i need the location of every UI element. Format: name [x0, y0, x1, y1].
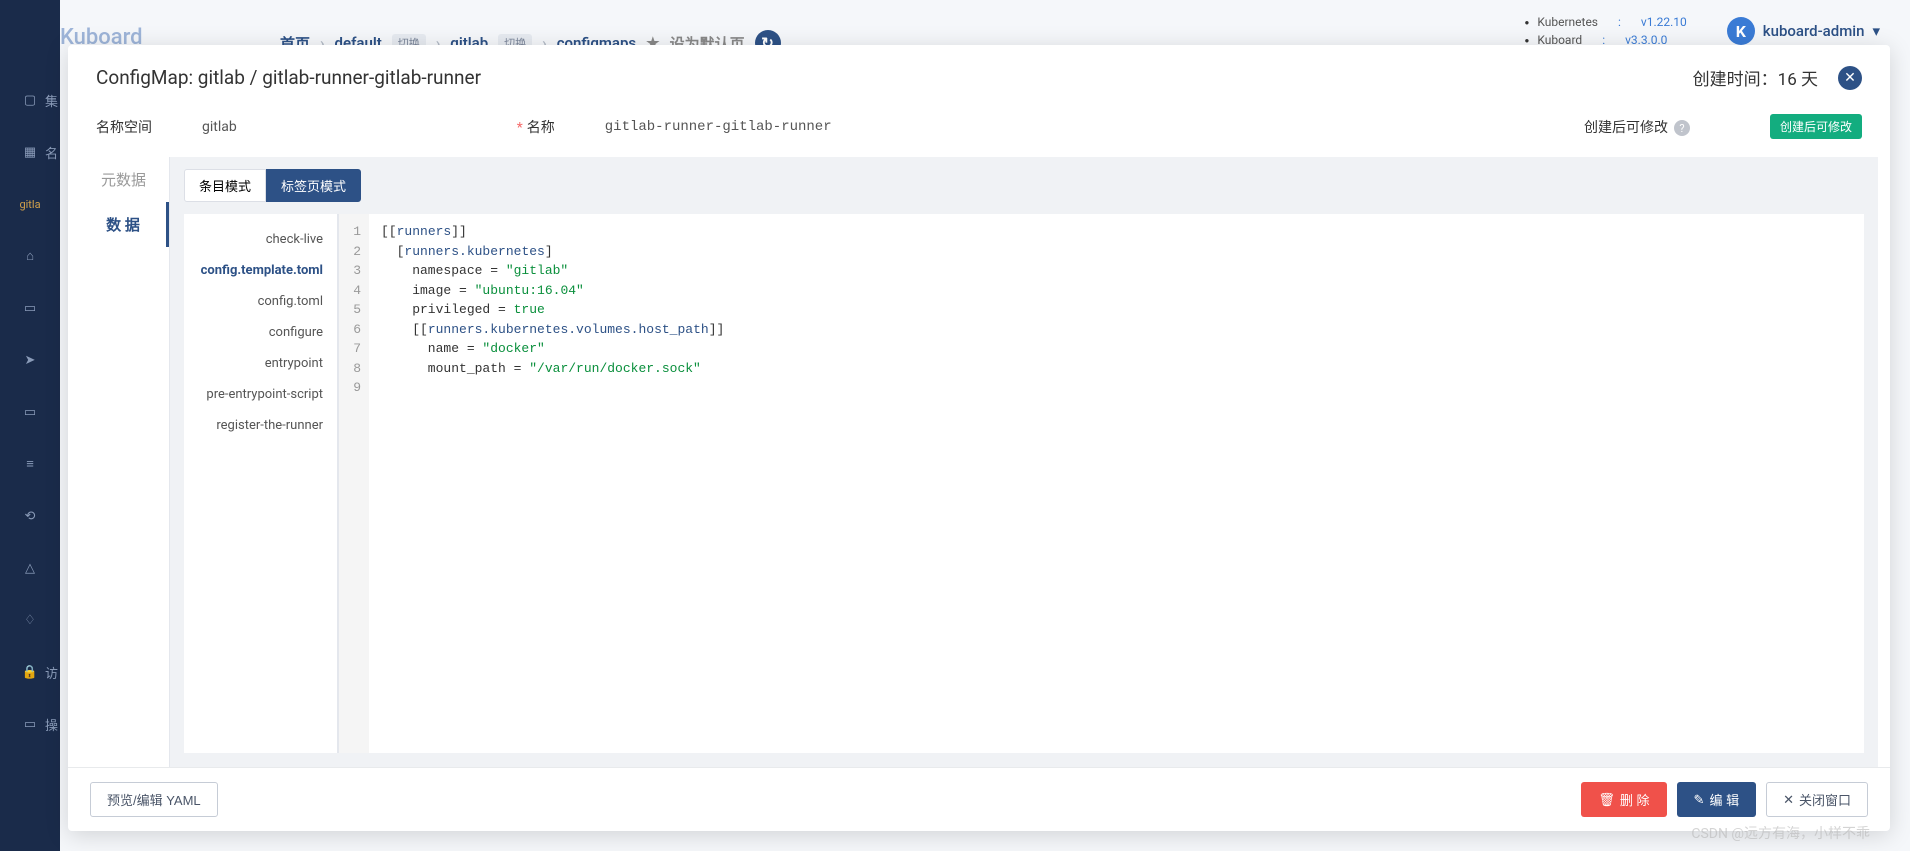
modal-title: ConfigMap: gitlab / gitlab-runner-gitlab…	[96, 66, 481, 89]
info-icon[interactable]: ?	[1674, 120, 1690, 136]
trash-icon: 🗑	[1598, 792, 1615, 808]
namespace-value: gitlab	[202, 119, 237, 135]
sidebar-icon-lock[interactable]: 🔒访	[20, 662, 40, 682]
editable-badge: 创建后可修改	[1770, 114, 1862, 139]
key-item[interactable]: pre-entrypoint-script	[184, 379, 337, 410]
sidebar-icon-send[interactable]: ➤	[20, 350, 40, 370]
user-avatar: K	[1727, 17, 1755, 45]
configmap-modal: ConfigMap: gitlab / gitlab-runner-gitlab…	[68, 45, 1890, 831]
key-item[interactable]: config.template.toml	[184, 255, 337, 286]
close-icon: ✕	[1783, 792, 1794, 808]
tab-data[interactable]: 数 据	[80, 202, 169, 247]
sidebar-icon-home[interactable]: ⌂	[20, 246, 40, 266]
sidebar-icon-ops[interactable]: ▭操	[20, 714, 40, 734]
key-list: check-live config.template.toml config.t…	[184, 214, 339, 753]
sidebar-icon-storage[interactable]: ≡	[20, 454, 40, 474]
sidebar-icon-alert[interactable]: △	[20, 558, 40, 578]
sidebar-icon-bell[interactable]: ♢	[20, 610, 40, 630]
edit-button[interactable]: ✎编 辑	[1677, 782, 1757, 817]
sidebar: ▢集 ▦名 gitla ⌂ ▭ ➤ ▭ ≡ ⟲ △ ♢ 🔒访 ▭操	[0, 0, 60, 851]
code-editor[interactable]: 123456789 [[runners]] [runners.kubernete…	[339, 214, 1864, 753]
close-icon[interactable]: ✕	[1838, 66, 1862, 90]
mode-entry[interactable]: 条目模式	[184, 169, 266, 202]
sidebar-icon-cluster[interactable]: ▢集	[20, 90, 40, 110]
delete-button[interactable]: 🗑删 除	[1581, 782, 1666, 817]
sidebar-icon-folder[interactable]: ▭	[20, 298, 40, 318]
key-item[interactable]: configure	[184, 317, 337, 348]
mode-tabs: 条目模式 标签页模式	[170, 157, 1878, 214]
key-item[interactable]: register-the-runner	[184, 410, 337, 441]
close-button[interactable]: ✕关闭窗口	[1766, 782, 1868, 817]
sidebar-icon-namespace[interactable]: ▦名	[20, 142, 40, 162]
name-label: *名称	[517, 117, 555, 137]
created-time: 创建时间：16 天	[1693, 65, 1818, 90]
key-item[interactable]: entrypoint	[184, 348, 337, 379]
code-content: [[runners]] [runners.kubernetes] namespa…	[369, 214, 736, 753]
name-value: gitlab-runner-gitlab-runner	[605, 119, 832, 135]
key-item[interactable]: config.toml	[184, 286, 337, 317]
sidebar-icon-box[interactable]: ▭	[20, 402, 40, 422]
sidebar-icon-gitlab[interactable]: gitla	[20, 194, 40, 214]
key-item[interactable]: check-live	[184, 224, 337, 255]
yaml-button[interactable]: 预览/编辑 YAML	[90, 782, 218, 817]
sidebar-icon-link[interactable]: ⟲	[20, 506, 40, 526]
pencil-icon: ✎	[1694, 792, 1705, 808]
line-numbers: 123456789	[339, 214, 369, 753]
chevron-down-icon: ▾	[1872, 22, 1880, 40]
editable-label: 创建后可修改?	[1584, 117, 1690, 137]
user-menu[interactable]: K kuboard-admin ▾	[1727, 17, 1880, 45]
tab-metadata[interactable]: 元数据	[80, 157, 169, 202]
namespace-label: 名称空间	[96, 117, 152, 137]
section-tabs: 元数据 数 据	[80, 157, 170, 767]
form-row: 名称空间 gitlab *名称 gitlab-runner-gitlab-run…	[68, 106, 1890, 157]
version-info: Kubernetes:v1.22.10 Kuboard:v3.3.0.0	[1525, 15, 1687, 47]
mode-tab[interactable]: 标签页模式	[266, 169, 361, 202]
